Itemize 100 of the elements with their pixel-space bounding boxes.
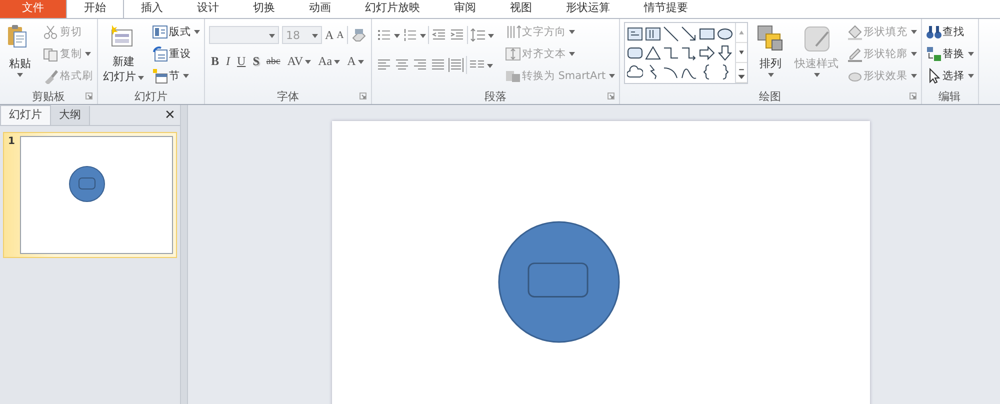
caret-icon [85, 52, 91, 56]
caret-icon[interactable] [488, 34, 494, 38]
ribbon-button[interactable]: 选择 [926, 66, 974, 85]
group-label: 段落 [484, 88, 506, 104]
ribbon-tab[interactable]: 视图 [493, 0, 549, 18]
ribbon-tab[interactable]: 切换 [236, 0, 292, 18]
button-label: 幻灯片 [103, 69, 136, 84]
layout-icon [152, 24, 168, 40]
caret-icon[interactable] [394, 34, 400, 38]
group-label: 字体 [276, 88, 299, 104]
rounded-rectangle-icon[interactable] [626, 45, 643, 61]
dialog-launcher-icon[interactable] [908, 92, 917, 100]
group-label: 幻灯片 [134, 88, 168, 104]
ribbon-button[interactable]: 重设 [152, 44, 200, 63]
caret-icon [968, 52, 974, 56]
caret-icon [568, 30, 575, 34]
font-format-button[interactable]: U [235, 54, 248, 69]
font-format-button[interactable]: Aa [316, 54, 342, 69]
text-box-icon[interactable] [626, 26, 643, 42]
slide-thumbnail[interactable] [20, 136, 173, 254]
caret-icon [183, 74, 189, 78]
font-size-button[interactable]: A [336, 30, 344, 40]
caret-icon [269, 34, 275, 38]
section-icon [152, 68, 168, 84]
oval-icon[interactable] [716, 26, 733, 42]
ribbon-tab[interactable]: 审阅 [437, 0, 493, 18]
caret-icon [910, 74, 917, 78]
line-spacing-icon[interactable] [470, 27, 486, 43]
bullet-list-icon[interactable] [376, 27, 392, 43]
caret-icon [334, 60, 340, 64]
button-label: 新建 [112, 54, 134, 69]
caret-icon [968, 74, 974, 78]
caret-icon [312, 34, 318, 38]
align-text-icon [504, 46, 521, 62]
circle-shape-drawing [68, 166, 105, 202]
numbered-list-icon[interactable] [402, 27, 418, 43]
font-format-button[interactable]: AV [285, 54, 314, 69]
dialog-launcher-icon[interactable] [358, 92, 367, 100]
pen-icon [846, 46, 863, 62]
large-ribbon-button[interactable]: 粘贴 [4, 22, 36, 79]
copy-icon [43, 46, 59, 62]
cloud-icon[interactable] [626, 64, 643, 80]
caret-icon [814, 73, 820, 77]
rectangle-icon[interactable] [698, 26, 715, 42]
ribbon-tab[interactable]: 幻灯片放映 [348, 0, 437, 18]
font-format-button[interactable]: S [250, 54, 262, 69]
ribbon-tab[interactable]: 动画 [292, 0, 348, 18]
font-format-button[interactable]: abc [264, 56, 282, 67]
dialog-launcher-icon[interactable] [606, 92, 615, 100]
distribute-icon[interactable] [448, 57, 464, 73]
caret-icon [138, 76, 144, 80]
ribbon-button[interactable]: 替换 [926, 44, 974, 63]
brush-icon [43, 68, 59, 84]
triangle-icon[interactable] [644, 45, 661, 61]
caret-icon [358, 60, 364, 64]
caret-icon [568, 52, 575, 56]
panel-tab[interactable]: 幻灯片 [0, 105, 51, 125]
caret-icon[interactable] [420, 34, 426, 38]
right-arrow-icon[interactable] [698, 45, 715, 61]
large-ribbon-button[interactable]: 新建 幻灯片 [102, 22, 145, 86]
large-ribbon-button[interactable]: 排列 [754, 22, 787, 79]
rounded-square-icon [802, 24, 832, 54]
group-label: 剪贴板 [32, 88, 65, 104]
panel-tab[interactable]: 大纲 [51, 106, 90, 125]
font-size-button[interactable]: A [325, 28, 334, 42]
caret-icon [305, 60, 312, 64]
font-format-button[interactable]: B [209, 54, 222, 69]
caret-icon [768, 73, 774, 77]
arrow-icon[interactable] [680, 26, 697, 42]
font-format-button[interactable]: I [224, 54, 232, 69]
ribbon-button[interactable]: 查找 [926, 22, 974, 41]
ribbon-tab[interactable]: 开始 [66, 0, 124, 18]
group-label: 绘图 [759, 88, 782, 104]
down-arrow-icon[interactable] [716, 45, 733, 61]
vertical-text-box-icon[interactable] [644, 26, 661, 42]
binoculars-icon [926, 24, 942, 40]
ribbon-tab[interactable]: 情节提要 [627, 0, 705, 18]
elbow-connector-icon[interactable] [662, 45, 679, 61]
close-button[interactable]: ✕ [160, 105, 180, 125]
ribbon-tab[interactable]: 插入 [124, 0, 180, 18]
circle-shape-drawing[interactable] [497, 220, 621, 344]
ribbon-tab[interactable]: 设计 [180, 0, 236, 18]
caret-icon [17, 73, 23, 77]
group-label: 编辑 [938, 88, 961, 104]
ribbon-button[interactable]: 节 [152, 66, 200, 85]
slide-thumbnail-row[interactable]: 1 [3, 132, 177, 258]
dialog-launcher-icon[interactable] [85, 92, 93, 100]
line-icon[interactable] [662, 26, 679, 42]
elbow-arrow-icon[interactable] [680, 45, 697, 61]
font-format-button[interactable]: A [345, 54, 366, 69]
text-direction-icon [504, 24, 521, 40]
caret-icon[interactable] [486, 64, 493, 68]
scissors-icon [43, 24, 59, 40]
replace-icon [926, 46, 942, 62]
ribbon-button[interactable]: 版式 [152, 22, 200, 41]
reset-icon [152, 46, 168, 62]
ribbon-tab[interactable]: 文件 [0, 0, 66, 18]
caret-icon [194, 30, 200, 34]
caret-icon [910, 52, 917, 56]
ribbon-tab[interactable]: 形状运算 [549, 0, 627, 18]
